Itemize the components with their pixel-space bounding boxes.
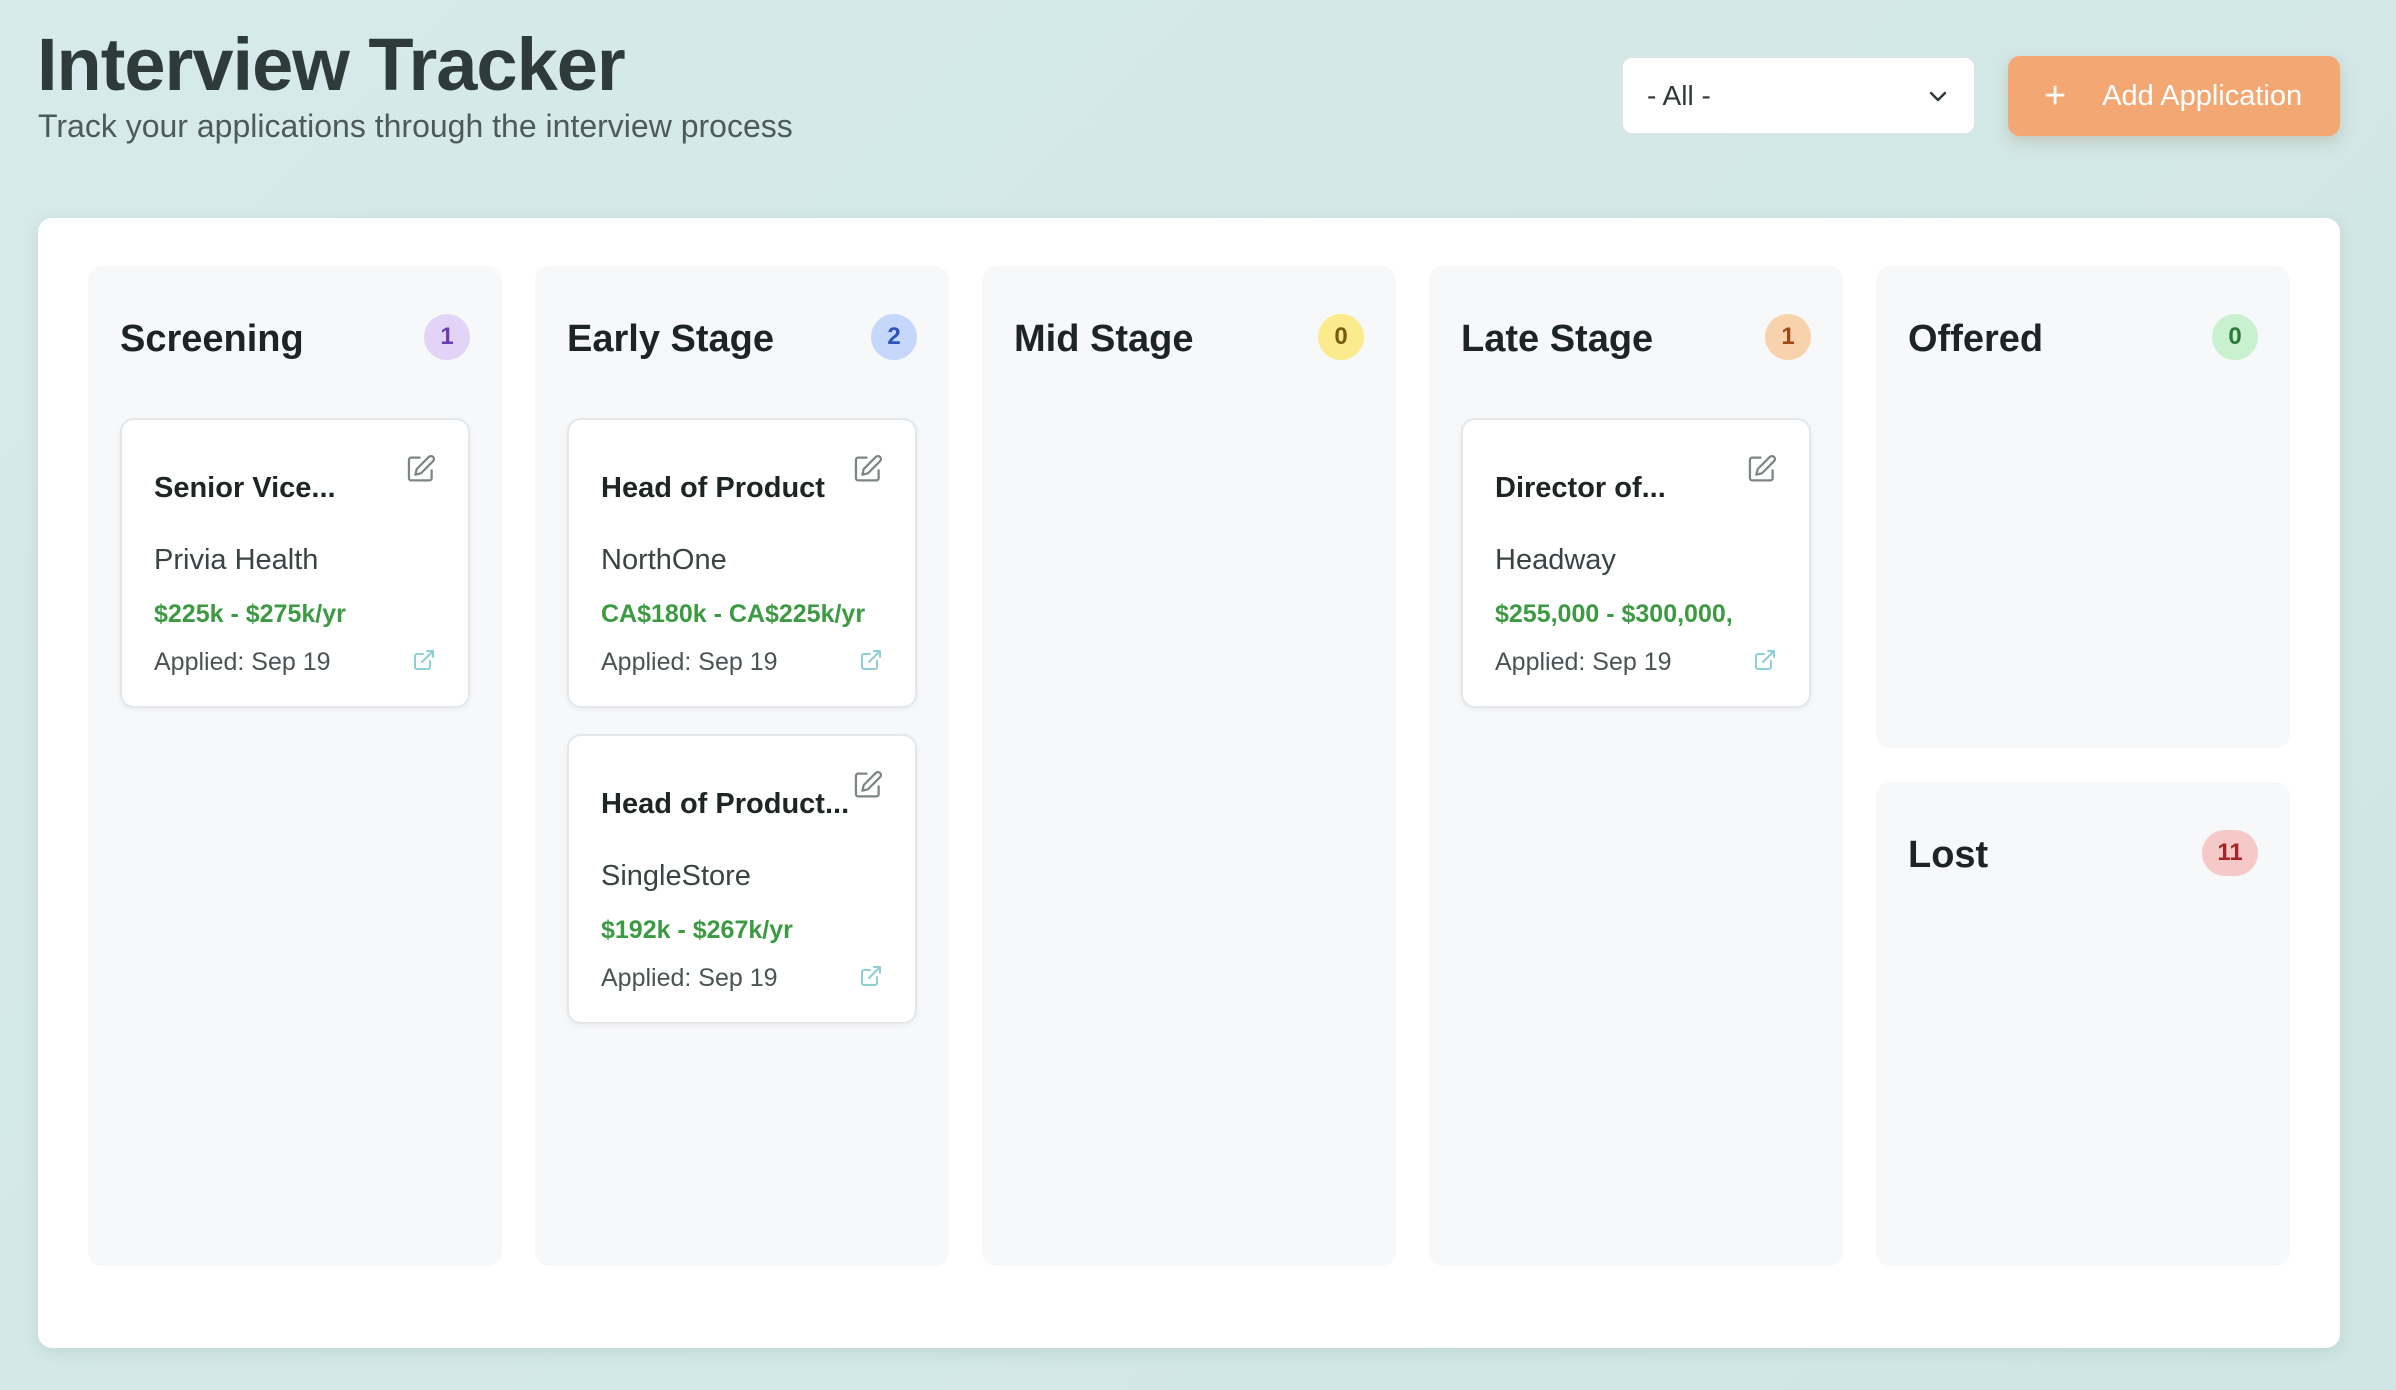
plus-icon: + (2044, 75, 2067, 117)
page-title: Interview Tracker (37, 23, 626, 106)
column-offered: Offered 0 (1876, 266, 2290, 748)
card-applied-date: Applied: Sep 19 (154, 648, 331, 676)
card-company: SingleStore (601, 860, 751, 892)
card-title: Director of... (1495, 472, 1666, 504)
edit-icon[interactable] (851, 452, 885, 486)
card-title: Senior Vice... (154, 472, 336, 504)
column-mid-stage: Mid Stage 0 (982, 266, 1396, 1266)
column-late-stage: Late Stage 1 Director of... Headway $255… (1429, 266, 1843, 1266)
application-card[interactable]: Director of... Headway $255,000 - $300,0… (1461, 418, 1811, 708)
count-badge: 1 (1765, 314, 1811, 360)
column-screening: Screening 1 Senior Vice... Privia Health… (88, 266, 502, 1266)
edit-icon[interactable] (404, 452, 438, 486)
filter-selected-value: - All - (1647, 79, 1711, 111)
add-application-label: Add Application (2102, 79, 2303, 112)
column-title: Mid Stage (1014, 318, 1194, 360)
card-salary: $225k - $275k/yr (154, 600, 346, 628)
card-salary: $192k - $267k/yr (601, 916, 793, 944)
card-title: Head of Product... (601, 788, 850, 820)
column-title: Late Stage (1461, 318, 1654, 360)
card-title: Head of Product (601, 472, 825, 504)
chevron-down-icon (1929, 91, 1947, 102)
column-lost: Lost 11 (1876, 782, 2290, 1266)
card-applied-date: Applied: Sep 19 (601, 964, 778, 992)
count-badge: 11 (2202, 830, 2258, 876)
card-company: Headway (1495, 544, 1616, 576)
column-title: Early Stage (567, 318, 774, 360)
column-title: Screening (120, 318, 304, 360)
card-salary: $255,000 - $300,000, (1495, 600, 1733, 628)
count-badge: 1 (424, 314, 470, 360)
card-company: Privia Health (154, 544, 319, 576)
column-early-stage: Early Stage 2 Head of Product NorthOne C… (535, 266, 949, 1266)
column-title: Lost (1908, 834, 1989, 876)
kanban-board: Screening 1 Senior Vice... Privia Health… (38, 218, 2340, 1348)
page-subtitle: Track your applications through the inte… (38, 108, 793, 144)
application-card[interactable]: Senior Vice... Privia Health $225k - $27… (120, 418, 470, 708)
card-applied-date: Applied: Sep 19 (1495, 648, 1672, 676)
application-card[interactable]: Head of Product NorthOne CA$180k - CA$22… (567, 418, 917, 708)
count-badge: 2 (871, 314, 917, 360)
column-title: Offered (1908, 318, 2044, 360)
card-salary: CA$180k - CA$225k/yr (601, 600, 866, 628)
external-link-icon[interactable] (1753, 648, 1777, 672)
count-badge: 0 (1318, 314, 1364, 360)
edit-icon[interactable] (1745, 452, 1779, 486)
count-badge: 0 (2212, 314, 2258, 360)
card-company: NorthOne (601, 544, 727, 576)
external-link-icon[interactable] (859, 964, 883, 988)
external-link-icon[interactable] (412, 648, 436, 672)
edit-icon[interactable] (851, 768, 885, 802)
application-card[interactable]: Head of Product... SingleStore $192k - $… (567, 734, 917, 1024)
card-applied-date: Applied: Sep 19 (601, 648, 778, 676)
stage-filter-select[interactable]: - All - (1622, 57, 1975, 134)
add-application-button[interactable]: + Add Application (2008, 56, 2340, 136)
external-link-icon[interactable] (859, 648, 883, 672)
